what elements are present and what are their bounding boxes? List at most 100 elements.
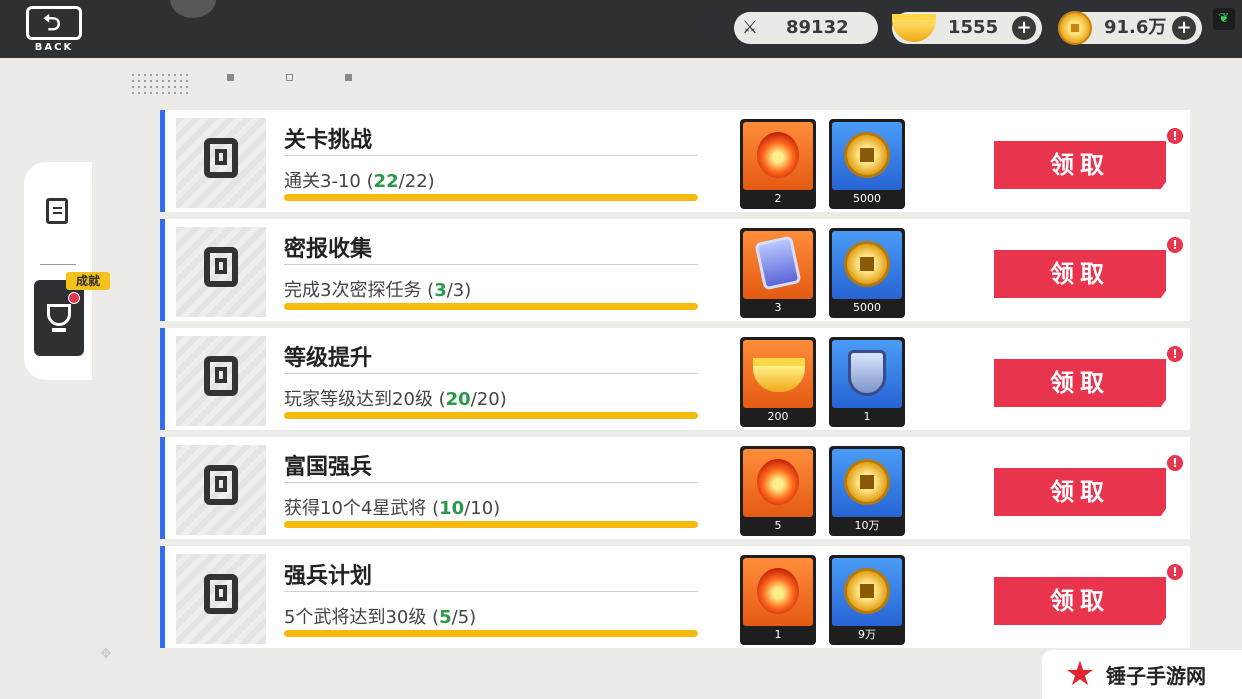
task-icon-frame [176, 336, 266, 426]
star-logo-icon: ★ [1064, 654, 1096, 694]
cube-icon [204, 247, 238, 287]
back-label: BACK [34, 42, 74, 53]
back-button[interactable]: ⮌ BACK [22, 6, 86, 54]
tab-achievements[interactable] [34, 280, 84, 356]
progress-fill [284, 630, 698, 637]
cube-icon [204, 356, 238, 396]
title-divider [284, 373, 698, 374]
claim-button[interactable]: 领取 [994, 250, 1166, 298]
reward-item[interactable]: 5000 [829, 228, 905, 318]
task-row: 密报收集 完成3次密探任务 (3/3) 3 5000 领取! [160, 219, 1190, 321]
reward-item[interactable]: 3 [740, 228, 816, 318]
back-arrow-icon: ⮌ [26, 6, 82, 40]
page-indicator-3 [345, 74, 352, 81]
task-current-count: 22 [373, 171, 399, 192]
page-indicator-2 [286, 74, 293, 81]
page-indicator-1 [227, 74, 234, 81]
reward-item[interactable]: 2 [740, 119, 816, 209]
task-icon-frame [176, 227, 266, 317]
reward-face [743, 449, 813, 517]
reward-item[interactable]: 5000 [829, 119, 905, 209]
trophy-icon [47, 304, 71, 326]
leaf-icon[interactable]: ❦ [1213, 8, 1235, 30]
progress-bar [284, 630, 698, 637]
copper-coin-icon [844, 459, 890, 505]
reward-face [743, 122, 813, 190]
task-title: 密报收集 [284, 237, 373, 262]
gold-ingot-icon [753, 358, 805, 392]
alert-icon: ! [1167, 564, 1183, 580]
reward-item[interactable]: 9万 [829, 555, 905, 645]
task-requirement: 5个武将达到30级 ( [284, 607, 440, 628]
task-row: 等级提升 玩家等级达到20级 (20/20) 200 1 领取! [160, 328, 1190, 430]
claim-button[interactable]: 领取 [994, 359, 1166, 407]
add-coin-button[interactable]: + [1172, 16, 1196, 40]
reward-item[interactable]: 10万 [829, 446, 905, 536]
sidebar [24, 162, 92, 380]
cube-icon [204, 465, 238, 505]
gear-icon[interactable] [170, 0, 216, 18]
reward-face [743, 558, 813, 626]
title-divider [284, 155, 698, 156]
fire-orb-icon [757, 459, 799, 505]
task-title: 等级提升 [284, 346, 373, 371]
dot-pattern [130, 72, 190, 94]
task-list-icon[interactable] [46, 198, 68, 224]
task-total-count: /10) [464, 498, 501, 519]
progress-fill [284, 412, 698, 419]
claim-button[interactable]: 领取 [994, 141, 1166, 189]
gold-ingot-icon [892, 14, 936, 42]
fire-orb-icon [757, 568, 799, 614]
progress-fill [284, 303, 698, 310]
copper-coin-icon [844, 132, 890, 178]
task-requirement: 玩家等级达到20级 ( [284, 389, 446, 410]
task-total-count: /5) [451, 607, 477, 628]
title-divider [284, 591, 698, 592]
cube-icon [204, 138, 238, 178]
alert-icon: ! [1167, 346, 1183, 362]
reward-quantity: 10万 [854, 519, 880, 532]
reward-item[interactable]: 5 [740, 446, 816, 536]
reward-quantity: 3 [774, 301, 782, 314]
task-icon-frame [176, 118, 266, 208]
task-total-count: /3) [446, 280, 472, 301]
reward-quantity: 5000 [853, 301, 881, 314]
top-bar: ⮌ BACK ⚔ 89132 1555 + 91.6万 + ❦ [0, 0, 1242, 58]
task-icon-frame [176, 554, 266, 644]
crossed-swords-icon: ⚔ [741, 17, 759, 38]
claim-button[interactable]: 领取 [994, 468, 1166, 516]
sidebar-divider [40, 264, 76, 265]
progress-bar [284, 194, 698, 201]
reward-item[interactable]: 1 [740, 555, 816, 645]
reward-face [832, 558, 902, 626]
task-title: 强兵计划 [284, 564, 373, 589]
task-row: 强兵计划 5个武将达到30级 (5/5) 1 9万 领取! [160, 546, 1190, 648]
task-row: 富国强兵 获得10个4星武将 (10/10) 5 10万 领取! [160, 437, 1190, 539]
progress-bar [284, 412, 698, 419]
task-description: 获得10个4星武将 (10/10) [284, 494, 500, 520]
title-divider [284, 482, 698, 483]
reward-face [832, 340, 902, 408]
shield-token-icon [848, 350, 886, 396]
reward-item[interactable]: 200 [740, 337, 816, 427]
task-icon-frame [176, 445, 266, 535]
reward-quantity: 9万 [858, 628, 876, 641]
reward-quantity: 2 [774, 192, 782, 205]
ingot-value: 1555 [948, 17, 999, 38]
trophy-base [52, 328, 66, 332]
reward-quantity: 1 [863, 410, 871, 423]
task-requirement: 获得10个4星武将 ( [284, 498, 440, 519]
ingot-resource: 1555 + [892, 12, 1042, 44]
add-ingot-button[interactable]: + [1012, 16, 1036, 40]
task-title: 富国强兵 [284, 455, 373, 480]
reward-face [832, 231, 902, 299]
copper-coin-icon [844, 568, 890, 614]
progress-fill [284, 521, 698, 528]
claim-button[interactable]: 领取 [994, 577, 1166, 625]
title-divider [284, 264, 698, 265]
task-current-count: 10 [439, 498, 465, 519]
fire-orb-icon [757, 132, 799, 178]
reward-item[interactable]: 1 [829, 337, 905, 427]
reward-face [832, 122, 902, 190]
task-title: 关卡挑战 [284, 128, 373, 153]
